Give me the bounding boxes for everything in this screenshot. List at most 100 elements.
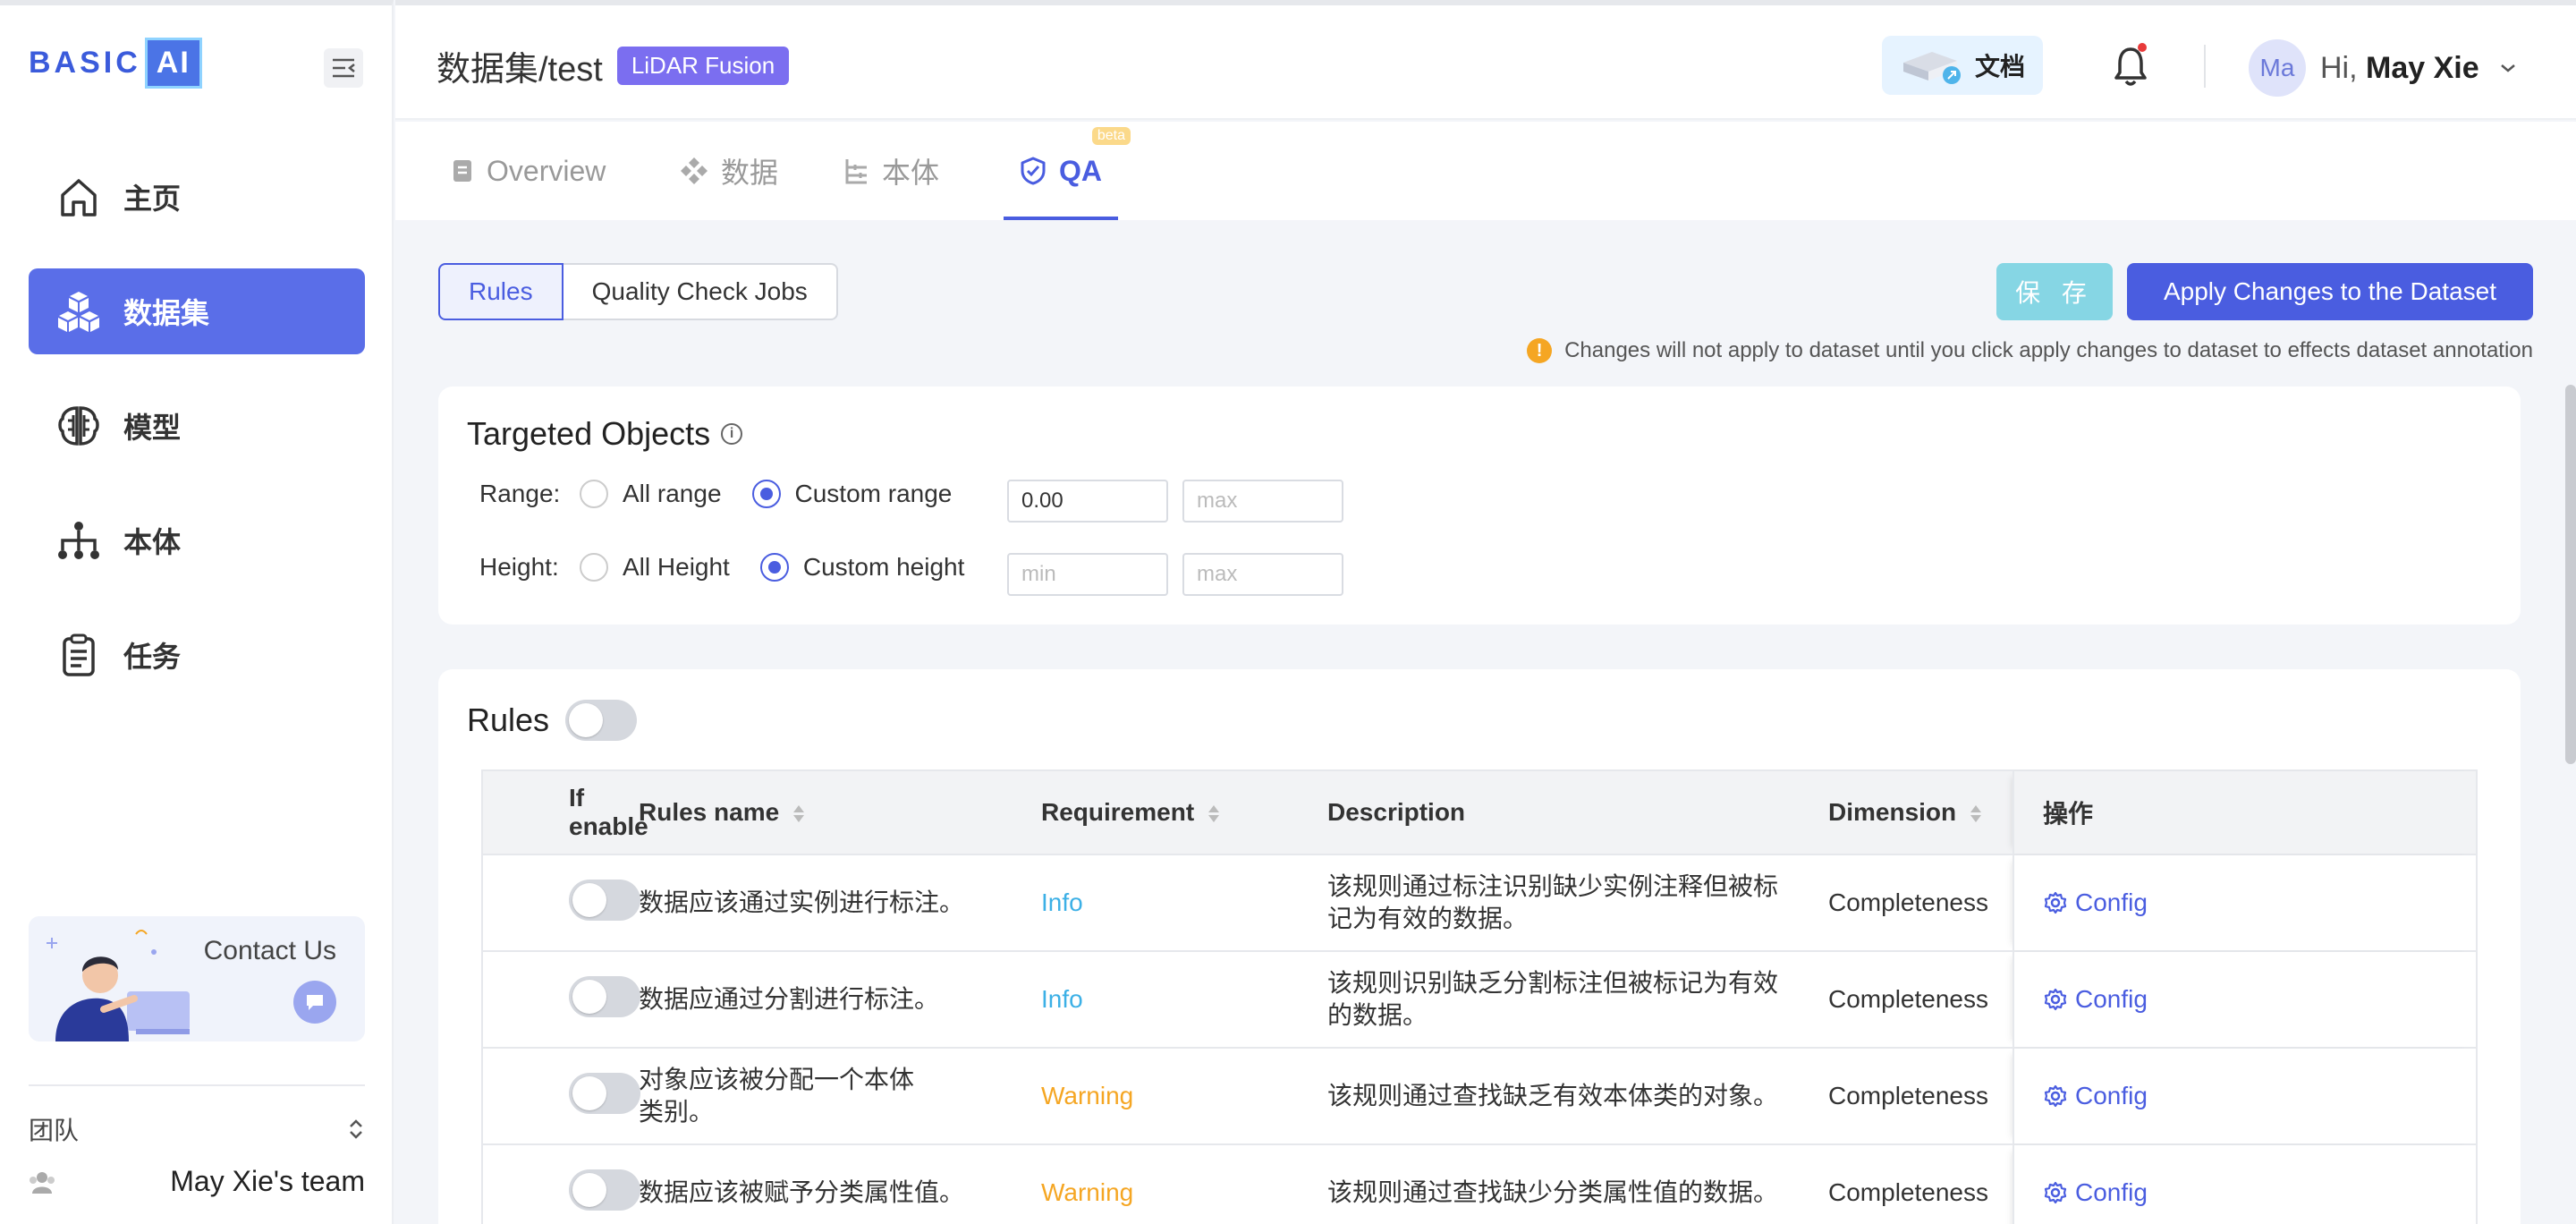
quality-check-jobs-button[interactable]: Quality Check Jobs <box>563 263 838 320</box>
logo[interactable]: BASIC AI <box>29 38 202 89</box>
rule-description: 该规则通过查找缺乏有效本体类的对象。 <box>1327 1082 1779 1109</box>
rule-requirement: Warning <box>1041 1178 1134 1206</box>
table-row: 数据应通过分割进行标注。 Info 该规则识别缺乏分割标注但被标记为有效的数据。… <box>483 952 2476 1049</box>
sidebar-divider <box>29 1084 365 1086</box>
tab-label: 数据 <box>721 157 779 189</box>
sidebar-item-label: 主页 <box>123 183 182 215</box>
range-row: Range: All range Custom range <box>479 480 982 508</box>
logo-text: BASIC <box>29 46 141 80</box>
collapse-sidebar-button[interactable] <box>324 48 363 88</box>
table-header: If enable Rules name Requirement Descrip… <box>483 771 2476 855</box>
sort-icon <box>793 805 805 823</box>
table-row: 数据应该通过实例进行标注。 Info 该规则通过标注识别缺少实例注释但被标记为有… <box>483 855 2476 952</box>
breadcrumb-text[interactable]: 数据集/test <box>436 41 603 90</box>
sidebar-item-ontology[interactable]: 本体 <box>29 497 365 583</box>
info-icon[interactable]: i <box>721 423 743 445</box>
height-label: Height: <box>479 553 559 581</box>
team-icon <box>30 1171 55 1194</box>
config-button[interactable]: Config <box>2043 985 2148 1014</box>
height-min-input[interactable] <box>1007 553 1168 596</box>
contact-us-card[interactable]: Contact Us <box>29 916 365 1041</box>
radio-custom-height[interactable]: Custom height <box>759 553 964 582</box>
radio-all-height[interactable]: All Height <box>580 553 730 582</box>
gear-icon <box>2044 891 2067 914</box>
notifications-button[interactable] <box>2106 41 2156 91</box>
tab-qa[interactable]: QA beta <box>1004 122 1131 220</box>
sidebar-item-home[interactable]: 主页 <box>29 154 365 240</box>
rule-name: 对象应该被分配一个本体类别。 <box>639 1066 915 1126</box>
rule-enable-toggle[interactable] <box>569 975 640 1017</box>
collapse-icon <box>333 58 355 78</box>
rule-enable-toggle[interactable] <box>569 1169 640 1211</box>
tab-data[interactable]: 数据 <box>680 122 778 220</box>
tab-overview[interactable]: Overview <box>451 122 606 220</box>
sidebar-nav: 主页 数据集 模型 本体 任务 <box>29 154 365 727</box>
rule-dimension: Completeness <box>1828 985 1988 1013</box>
rules-card: Rules If enable Rules name Requirement D… <box>438 669 2521 1224</box>
rules-tab-button[interactable]: Rules <box>438 263 564 320</box>
config-button[interactable]: Config <box>2043 888 2148 917</box>
user-menu[interactable]: Ma Hi, May Xie <box>2249 39 2517 97</box>
chat-icon[interactable] <box>293 981 336 1024</box>
team-selector[interactable]: 团队 <box>29 1111 365 1147</box>
gear-icon <box>2044 1181 2067 1204</box>
table-row: 对象应该被分配一个本体类别。 Warning 该规则通过查找缺乏有效本体类的对象… <box>483 1049 2476 1145</box>
rule-enable-toggle[interactable] <box>569 1072 640 1114</box>
sidebar-item-datasets[interactable]: 数据集 <box>29 268 365 354</box>
team-row[interactable]: May Xie's team <box>29 1165 365 1198</box>
user-name: May Xie <box>2366 50 2479 85</box>
team-name: May Xie's team <box>170 1165 365 1197</box>
sidebar-item-label: 本体 <box>123 526 182 558</box>
range-max-input[interactable] <box>1182 480 1343 523</box>
page-scrollbar[interactable] <box>2565 385 2576 764</box>
avatar: Ma <box>2249 39 2306 97</box>
gear-icon <box>2044 1084 2067 1108</box>
radio-all-range[interactable]: All range <box>580 480 722 508</box>
tab-label: QA <box>1059 154 1102 187</box>
shield-check-icon <box>1020 156 1046 186</box>
rule-enable-toggle[interactable] <box>569 879 640 921</box>
config-button[interactable]: Config <box>2043 1178 2148 1207</box>
save-button[interactable]: 保 存 <box>1996 263 2113 320</box>
home-icon <box>54 172 104 222</box>
header-rules-name[interactable]: Rules name <box>639 796 1041 829</box>
header-if-enable: If enable <box>569 784 648 840</box>
sidebar-item-models[interactable]: 模型 <box>29 383 365 469</box>
range-min-input[interactable] <box>1007 480 1168 523</box>
rule-name: 数据应该通过实例进行标注。 <box>639 888 965 916</box>
rule-name: 数据应该被赋予分类属性值。 <box>639 1178 965 1206</box>
top-header: 数据集/test LiDAR Fusion 文档 Ma Hi, May Xie <box>395 0 2576 120</box>
rules-master-toggle[interactable] <box>565 700 638 741</box>
radio-custom-range[interactable]: Custom range <box>751 480 952 508</box>
rule-name: 数据应通过分割进行标注。 <box>639 985 940 1013</box>
height-max-input[interactable] <box>1182 553 1343 596</box>
diamonds-icon <box>680 157 708 185</box>
rule-description: 该规则通过查找缺少分类属性值的数据。 <box>1327 1178 1779 1206</box>
rule-requirement: Info <box>1041 888 1083 916</box>
docs-button[interactable]: 文档 <box>1882 36 2043 95</box>
sort-icon <box>1970 805 1982 823</box>
apply-notice: ! Changes will not apply to dataset unti… <box>1527 338 2533 363</box>
sidebar-item-tasks[interactable]: 任务 <box>29 612 365 698</box>
clipboard-icon <box>54 630 104 680</box>
header-dimension[interactable]: Dimension <box>1828 798 2012 827</box>
hierarchy-icon <box>54 515 104 565</box>
gear-icon <box>2044 988 2067 1011</box>
tab-ontology[interactable]: 本体 <box>843 122 939 220</box>
user-greeting: Hi, May Xie <box>2320 50 2479 85</box>
apply-changes-button[interactable]: Apply Changes to the Dataset <box>2127 263 2533 320</box>
contact-us-label: Contact Us <box>203 936 336 965</box>
chevron-down-icon <box>2500 64 2515 72</box>
targeted-objects-card: Targeted Objects i Range: All range Cust… <box>438 387 2521 625</box>
rule-description: 该规则识别缺乏分割标注但被标记为有效的数据。 <box>1327 969 1779 1029</box>
table-row: 数据应该被赋予分类属性值。 Warning 该规则通过查找缺少分类属性值的数据。… <box>483 1145 2476 1224</box>
rules-table: If enable Rules name Requirement Descrip… <box>481 769 2478 1224</box>
notice-text: Changes will not apply to dataset until … <box>1564 338 2533 362</box>
header-description: Description <box>1327 798 1466 826</box>
header-requirement[interactable]: Requirement <box>1041 798 1327 827</box>
brain-icon <box>54 401 104 451</box>
config-button[interactable]: Config <box>2043 1082 2148 1110</box>
sidebar-item-label: 任务 <box>123 641 182 673</box>
rule-dimension: Completeness <box>1828 1178 1988 1206</box>
warning-icon: ! <box>1527 338 1553 363</box>
